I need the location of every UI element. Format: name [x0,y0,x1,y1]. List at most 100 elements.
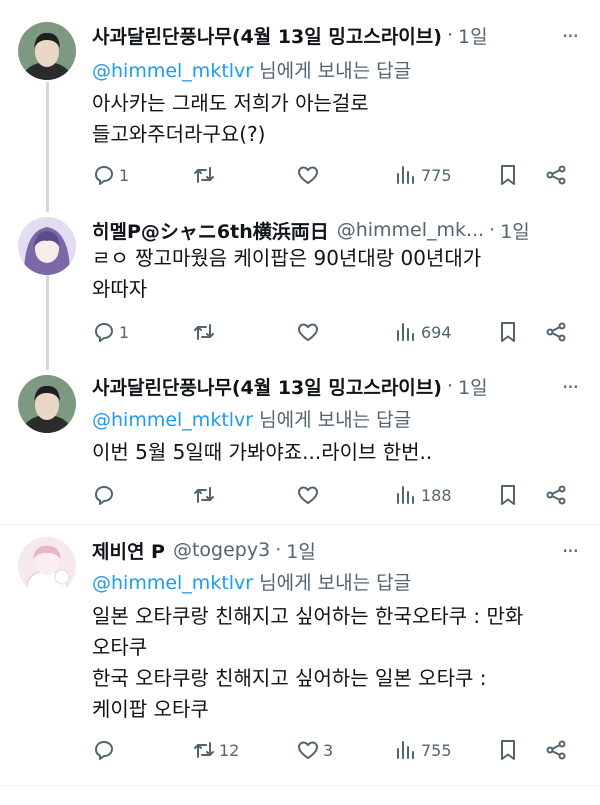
retweet-button[interactable]: 12 [192,736,239,764]
more-icon[interactable]: ··· [558,375,582,399]
reply-button[interactable]: 1 [92,161,129,189]
text-line: 오타쿠 [92,635,148,659]
retweet-icon [194,742,214,758]
retweet-icon [194,324,214,340]
heart-icon [298,741,318,759]
divider [0,785,600,786]
timestamp[interactable]: 1일 [286,537,316,564]
bookmark-button[interactable] [496,318,520,346]
avatar[interactable] [18,22,76,80]
views-button[interactable]: 694 [394,318,452,346]
share-icon [546,485,566,505]
share-button[interactable] [544,318,568,346]
avatar[interactable] [18,217,76,275]
share-icon [546,740,566,760]
display-name[interactable]: 히멜P@シャニ6th横浜両日 [92,217,329,244]
like-button[interactable]: 3 [296,736,333,764]
reply-icon [95,486,113,505]
text-line: 아사카는 그래도 저희가 아는걸로 [92,91,369,115]
like-button[interactable] [296,318,323,346]
avatar[interactable] [18,537,76,595]
tweet-text: 이번 5월 5일때 가봐야죠...라이브 한번.. [92,437,582,468]
tweet-header: 사과달린단풍나무(4월 13일 밍고스라이브) · 1일 [92,20,488,50]
reply-icon [95,741,113,760]
action-bar: 1 775 [92,161,582,189]
bookmark-button[interactable] [496,161,520,189]
separator: · [446,24,453,46]
reply-icon [95,323,113,342]
avatar[interactable] [18,375,76,433]
replying-to-label: 님에게 보내는 답글 [253,572,412,594]
bookmark-icon [501,322,515,342]
username[interactable]: @togepy3 [173,539,270,561]
like-button[interactable] [296,161,323,189]
tweet-4[interactable]: 제비연 P @togepy3 · 1일 ··· @himmel_mktlvr 님… [0,525,600,785]
view-count: 755 [421,740,452,760]
text-line: 한국 오타쿠랑 친해지고 싶어하는 일본 오타쿠 : [92,666,487,690]
text-line: 들고와주더라구요(?) [92,122,266,146]
bookmark-icon [501,165,515,185]
retweet-button[interactable] [192,318,219,346]
replying-to: @himmel_mktlvr 님에게 보내는 답글 [92,568,411,595]
text-line: 케이팝 오타쿠 [92,697,209,721]
share-button[interactable] [544,481,568,509]
views-icon [397,166,414,184]
reply-button[interactable] [92,481,119,509]
reply-count: 1 [119,322,130,342]
views-icon [397,323,414,341]
retweet-icon [194,167,214,183]
tweet-header: 히멜P@シャニ6th横浜両日 @himmel_mk... · 1일 [92,215,530,245]
tweet-1[interactable]: 사과달린단풍나무(4월 13일 밍고스라이브) · 1일 ··· @himmel… [0,0,600,205]
replying-to: @himmel_mktlvr 님에게 보내는 답글 [92,56,411,83]
like-button[interactable] [296,481,323,509]
replying-to: @himmel_mktlvr 님에게 보내는 답글 [92,405,411,432]
mention-link[interactable]: @himmel_mktlvr [92,409,253,431]
retweet-button[interactable] [192,161,219,189]
text-line: ㄹㅇ 짱고마웠음 케이팝은 90년대랑 00년대가 [92,246,482,270]
text-line: 와따자 [92,277,148,301]
tweet-2[interactable]: 히멜P@シャニ6th横浜両日 @himmel_mk... · 1일 ㄹㅇ 짱고마… [0,205,600,363]
view-count: 694 [421,322,452,342]
display-name[interactable]: 사과달린단풍나무(4월 13일 밍고스라이브) [92,373,442,400]
share-icon [546,165,566,185]
mention-link[interactable]: @himmel_mktlvr [92,60,253,82]
more-icon[interactable]: ··· [558,539,582,563]
timestamp[interactable]: 1일 [500,217,530,244]
separator: · [489,219,496,241]
separator: · [446,375,453,397]
mention-link[interactable]: @himmel_mktlvr [92,572,253,594]
reply-button[interactable] [92,736,119,764]
text-line: 이번 5월 5일때 가봐야죠...라이브 한번.. [92,440,433,464]
display-name[interactable]: 사과달린단풍나무(4월 13일 밍고스라이브) [92,22,442,49]
tweet-3[interactable]: 사과달린단풍나무(4월 13일 밍고스라이브) · 1일 ··· @himmel… [0,363,600,525]
bookmark-button[interactable] [496,736,520,764]
reply-button[interactable]: 1 [92,318,129,346]
tweet-text: 일본 오타쿠랑 친해지고 싶어하는 한국오타쿠 : 만화 오타쿠 한국 오타쿠랑… [92,601,582,725]
separator: · [275,539,282,561]
timestamp[interactable]: 1일 [458,373,488,400]
more-icon[interactable]: ··· [558,24,582,48]
username[interactable]: @himmel_mk... [337,219,484,241]
view-count: 775 [421,165,452,185]
views-button[interactable]: 188 [394,481,452,509]
action-bar: 188 [92,481,582,509]
views-icon [397,486,414,504]
tweet-header: 제비연 P @togepy3 · 1일 [92,535,316,565]
text-line: 일본 오타쿠랑 친해지고 싶어하는 한국오타쿠 : 만화 [92,604,524,628]
views-button[interactable]: 775 [394,161,452,189]
display-name[interactable]: 제비연 P [92,537,165,564]
views-button[interactable]: 755 [394,736,452,764]
retweet-count: 12 [219,740,240,760]
share-button[interactable] [544,161,568,189]
replying-to-label: 님에게 보내는 답글 [253,60,412,82]
heart-icon [298,486,318,504]
timestamp[interactable]: 1일 [458,22,488,49]
action-bar: 12 3 755 [92,736,582,764]
retweet-button[interactable] [192,481,219,509]
bookmark-button[interactable] [496,481,520,509]
bookmark-icon [501,485,515,505]
bookmark-icon [501,740,515,760]
action-bar: 1 694 [92,318,582,346]
reply-count: 1 [119,165,130,185]
share-button[interactable] [544,736,568,764]
